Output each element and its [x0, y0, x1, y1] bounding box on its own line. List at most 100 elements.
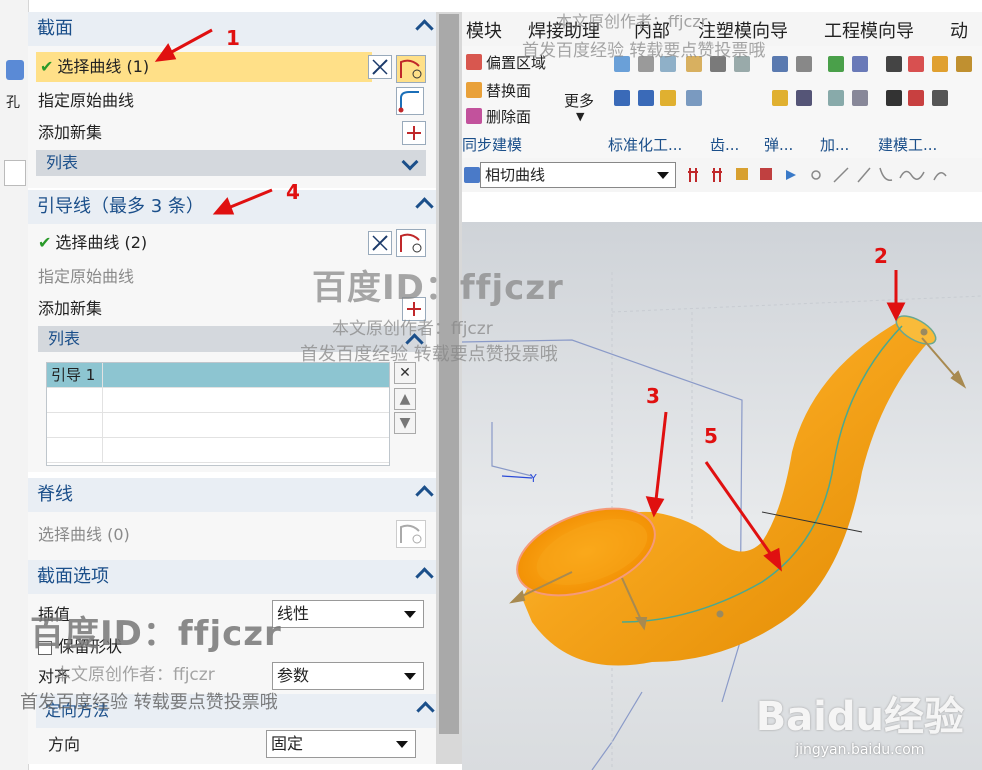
spine-group-header[interactable]: 脊线: [28, 478, 436, 512]
spine-group-title: 脊线: [37, 484, 73, 505]
menu-item[interactable]: 工程模向导: [824, 17, 914, 43]
host-input-box[interactable]: [4, 160, 26, 186]
section-options-title: 截面选项: [37, 566, 109, 587]
replace-face-icon: [466, 82, 482, 98]
list-item[interactable]: [47, 413, 389, 438]
move-up-icon[interactable]: ▲: [394, 388, 416, 410]
interp-select[interactable]: 线性: [272, 600, 424, 628]
section-list-label: 列表: [46, 153, 79, 172]
reverse-direction-icon[interactable]: [368, 55, 392, 79]
more-dropdown-icon[interactable]: ▼: [576, 110, 584, 123]
tool-icon[interactable]: [772, 56, 788, 72]
tool-icon[interactable]: [886, 90, 902, 106]
list-item[interactable]: 引导 1: [47, 363, 389, 388]
annotation-number: 4: [286, 180, 300, 204]
baidu-jingyan-logo: Baidu经验 jingyan.baidu.com: [756, 684, 964, 758]
section-specify-origin[interactable]: 指定原始曲线: [28, 86, 436, 116]
list-item-label: [47, 438, 103, 462]
ribbon-group-label[interactable]: 齿...: [710, 134, 739, 155]
list-item[interactable]: [47, 388, 389, 413]
scrollbar-thumb[interactable]: [439, 14, 459, 734]
offset-region-icon: [466, 54, 482, 70]
graphics-tabstrip: [462, 192, 982, 224]
watermark-id-center: 百度ID：ffjczr: [312, 268, 564, 308]
tool-icon[interactable]: [772, 90, 788, 106]
list-item-label: [47, 388, 103, 412]
tool-icon[interactable]: [686, 90, 702, 106]
spine-select-curve[interactable]: 选择曲线 (0): [28, 520, 436, 550]
filter-icon[interactable]: [464, 167, 480, 183]
tool-icon[interactable]: [660, 90, 676, 106]
hole-icon[interactable]: [6, 60, 24, 80]
curve-selection-icon[interactable]: [396, 229, 426, 257]
delete-face-icon: [466, 108, 482, 124]
tool-icon[interactable]: [956, 56, 972, 72]
tool-icon[interactable]: [796, 56, 812, 72]
tool-icon[interactable]: [828, 56, 844, 72]
svg-text:Y: Y: [529, 472, 537, 485]
list-item-label: 引导 1: [47, 363, 103, 387]
annotation-number: 2: [874, 244, 888, 268]
watermark-share-corner: 首发百度经验 转载要点赞投票哦: [20, 692, 278, 713]
menu-item[interactable]: 动: [950, 17, 968, 43]
origin-curve-icon[interactable]: [396, 87, 424, 115]
replace-face-button[interactable]: 替换面: [486, 80, 531, 101]
list-item[interactable]: [47, 438, 389, 463]
host-window-left-strip: 孔: [0, 0, 29, 770]
ribbon-group-label[interactable]: 建模工...: [878, 134, 937, 155]
dialog-scrollbar[interactable]: [436, 12, 462, 764]
tool-icon[interactable]: [614, 90, 630, 106]
tool-icon[interactable]: [886, 56, 902, 72]
tool-icon[interactable]: [828, 90, 844, 106]
section-select-curve-label: 选择曲线 (1): [57, 57, 150, 76]
snap-tools-icon[interactable]: [682, 158, 982, 192]
annotation-number: 5: [704, 424, 718, 448]
screenshot-frame: 孔 截面 ✔ 选择曲线 (1) 指定原始曲线 添加新集 列表 引导线（最多 3 …: [0, 0, 982, 770]
reverse-direction-icon[interactable]: [368, 231, 392, 255]
section-group-title: 截面: [37, 18, 73, 39]
curve-rule-select[interactable]: 相切曲线: [480, 162, 676, 188]
spine-group: 脊线 选择曲线 (0): [28, 478, 436, 564]
align-select[interactable]: 参数: [272, 662, 424, 690]
add-set-icon[interactable]: [402, 121, 426, 145]
watermark-id-corner: 百度ID：ffjczr: [30, 614, 282, 654]
ribbon-group-label[interactable]: 弹...: [764, 134, 793, 155]
menu-item[interactable]: 模块: [466, 17, 502, 43]
move-down-icon[interactable]: ▼: [394, 412, 416, 434]
baidu-url: jingyan.baidu.com: [795, 742, 925, 758]
guide-list-table: 引导 1: [46, 362, 390, 466]
section-select-curve[interactable]: ✔ 选择曲线 (1): [36, 52, 372, 82]
direction-select[interactable]: 固定: [266, 730, 416, 758]
watermark-author-corner: 本文原创作者：ffjczr: [54, 665, 215, 685]
tool-icon[interactable]: [852, 90, 868, 106]
annotation-number: 1: [226, 26, 240, 50]
tool-icon[interactable]: [908, 90, 924, 106]
check-icon: ✔: [38, 233, 52, 252]
watermark-author-center: 本文原创作者：ffjczr: [332, 319, 493, 339]
check-icon: ✔: [40, 57, 54, 76]
more-button[interactable]: 更多: [564, 90, 594, 111]
section-add-new-set[interactable]: 添加新集: [28, 118, 436, 148]
expand-chevron-icon[interactable]: [401, 153, 419, 171]
tool-icon[interactable]: [796, 90, 812, 106]
curve-selection-icon[interactable]: [396, 520, 426, 548]
guide-list-label: 列表: [48, 329, 81, 348]
guide-select-curve-label: 选择曲线 (2): [55, 233, 148, 252]
tool-icon[interactable]: [638, 90, 654, 106]
selection-filter-bar: 相切曲线: [462, 158, 982, 193]
section-list-toggle[interactable]: 列表: [36, 150, 426, 176]
hole-label: 孔: [6, 95, 20, 111]
guide-group-header[interactable]: 引导线（最多 3 条）: [28, 190, 436, 224]
watermark-author-top: 本文原创作者：ffjczr: [556, 12, 708, 31]
ribbon-group-label[interactable]: 同步建模: [462, 134, 522, 155]
tool-icon[interactable]: [932, 90, 948, 106]
section-options-header[interactable]: 截面选项: [28, 560, 436, 594]
ribbon-group-label[interactable]: 标准化工...: [608, 134, 682, 155]
tool-icon[interactable]: [932, 56, 948, 72]
delete-face-button[interactable]: 删除面: [486, 106, 531, 127]
guide-group-title: 引导线（最多 3 条）: [37, 196, 204, 217]
tool-icon[interactable]: [852, 56, 868, 72]
tool-icon[interactable]: [908, 56, 924, 72]
ribbon-group-label[interactable]: 加...: [820, 134, 849, 155]
curve-selection-icon[interactable]: [396, 55, 426, 83]
